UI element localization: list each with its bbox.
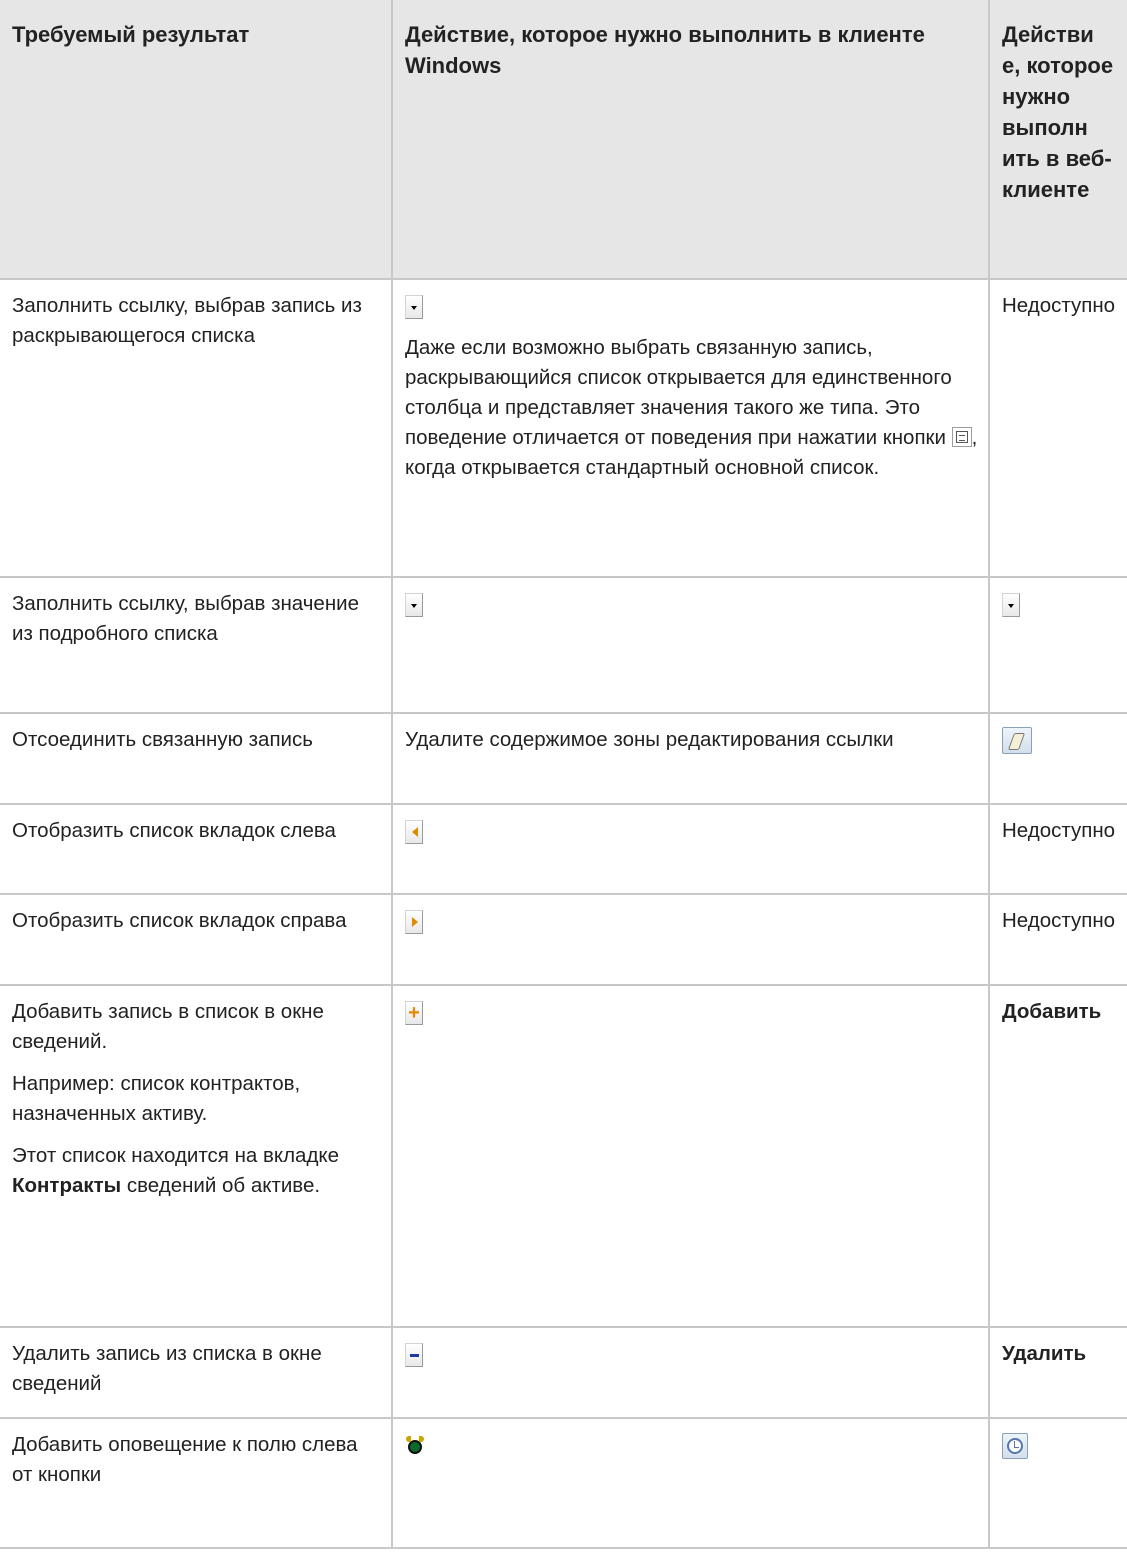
result-example-text: Например: список контрактов, назначенных…: [12, 1072, 301, 1125]
result-cell: Отобразить список вкладок справа: [0, 893, 393, 986]
dropdown-arrow-icon: [405, 592, 423, 617]
clock-icon: [1002, 1432, 1028, 1459]
result-text: Добавить запись в список в окне сведений…: [12, 1000, 324, 1053]
web-cell: [988, 712, 1127, 805]
result-cell: Удалить запись из списка в окне сведений: [0, 1326, 393, 1419]
web-cell: Недоступно: [988, 278, 1127, 578]
windows-cell: [391, 803, 990, 895]
arrow-left-icon: [405, 819, 423, 844]
windows-cell: [391, 1417, 990, 1549]
web-cell: Удалить: [988, 1326, 1127, 1419]
result-cell: Заполнить ссылку, выбрав запись из раскр…: [0, 278, 393, 578]
table-row: Удалить запись из списка в окне сведений…: [0, 1326, 1127, 1419]
list-icon: [951, 427, 972, 447]
result-cell: Добавить оповещение к полю слева от кноп…: [0, 1417, 393, 1549]
result-text: Заполнить ссылку, выбрав запись из раскр…: [12, 294, 362, 347]
windows-cell: [391, 893, 990, 986]
result-text: Добавить оповещение к полю слева от кноп…: [12, 1433, 358, 1486]
web-add-label: Добавить: [1002, 1000, 1102, 1023]
dropdown-arrow-icon: [1002, 592, 1020, 617]
web-cell: Добавить: [988, 984, 1127, 1328]
alarm-clock-icon: [405, 1435, 425, 1456]
table-row: Заполнить ссылку, выбрав значение из под…: [0, 576, 1127, 714]
minus-icon: [405, 1342, 423, 1367]
result-cell: Отобразить список вкладок слева: [0, 803, 393, 895]
web-text: Недоступно: [1002, 294, 1116, 317]
table-header-row: Требуемый результат Действие, которое ну…: [0, 0, 1127, 280]
plus-icon: +: [405, 1000, 423, 1025]
header-windows-action: Действие, которое нужно выполнить в клие…: [391, 0, 990, 280]
header-web-action: Действи е, которое нужно выполн ить в ве…: [988, 0, 1127, 280]
web-cell: Недоступно: [988, 803, 1127, 895]
windows-text: Удалите содержимое зоны редактирования с…: [405, 728, 894, 751]
result-text: Отобразить список вкладок слева: [12, 819, 336, 842]
web-cell: [988, 576, 1127, 714]
actions-table: Требуемый результат Действие, которое ну…: [0, 0, 1127, 1549]
result-note: Этот список находится на вкладке Контрак…: [12, 1144, 340, 1197]
windows-cell: [391, 576, 990, 714]
web-text: Недоступно: [1002, 819, 1116, 842]
windows-cell: Удалите содержимое зоны редактирования с…: [391, 712, 990, 805]
table-row: Добавить запись в список в окне сведений…: [0, 984, 1127, 1328]
web-delete-label: Удалить: [1002, 1342, 1087, 1365]
result-text: Удалить запись из списка в окне сведений: [12, 1342, 322, 1395]
result-text: Отсоединить связанную запись: [12, 728, 313, 751]
web-text: Недоступно: [1002, 909, 1116, 932]
table-row: Отобразить список вкладок слева Недоступ…: [0, 803, 1127, 895]
windows-cell: Даже если возможно выбрать связанную зап…: [391, 278, 990, 578]
table-row: Отсоединить связанную запись Удалите сод…: [0, 712, 1127, 805]
windows-cell: +: [391, 984, 990, 1328]
result-cell: Отсоединить связанную запись: [0, 712, 393, 805]
dropdown-arrow-icon: [405, 294, 423, 319]
table-row: Добавить оповещение к полю слева от кноп…: [0, 1417, 1127, 1549]
result-cell: Заполнить ссылку, выбрав значение из под…: [0, 576, 393, 714]
table-row: Отобразить список вкладок справа Недосту…: [0, 893, 1127, 986]
result-cell: Добавить запись в список в окне сведений…: [0, 984, 393, 1328]
windows-text: Даже если возможно выбрать связанную зап…: [405, 336, 952, 449]
header-required-result: Требуемый результат: [0, 0, 393, 280]
windows-cell: [391, 1326, 990, 1419]
tab-name-contracts: Контракты: [12, 1174, 122, 1197]
result-text: Отобразить список вкладок справа: [12, 909, 347, 932]
eraser-icon: [1002, 727, 1032, 755]
web-cell: [988, 1417, 1127, 1549]
result-text: Заполнить ссылку, выбрав значение из под…: [12, 592, 359, 645]
table-row: Заполнить ссылку, выбрав запись из раскр…: [0, 278, 1127, 578]
web-cell: Недоступно: [988, 893, 1127, 986]
arrow-right-icon: [405, 909, 423, 934]
